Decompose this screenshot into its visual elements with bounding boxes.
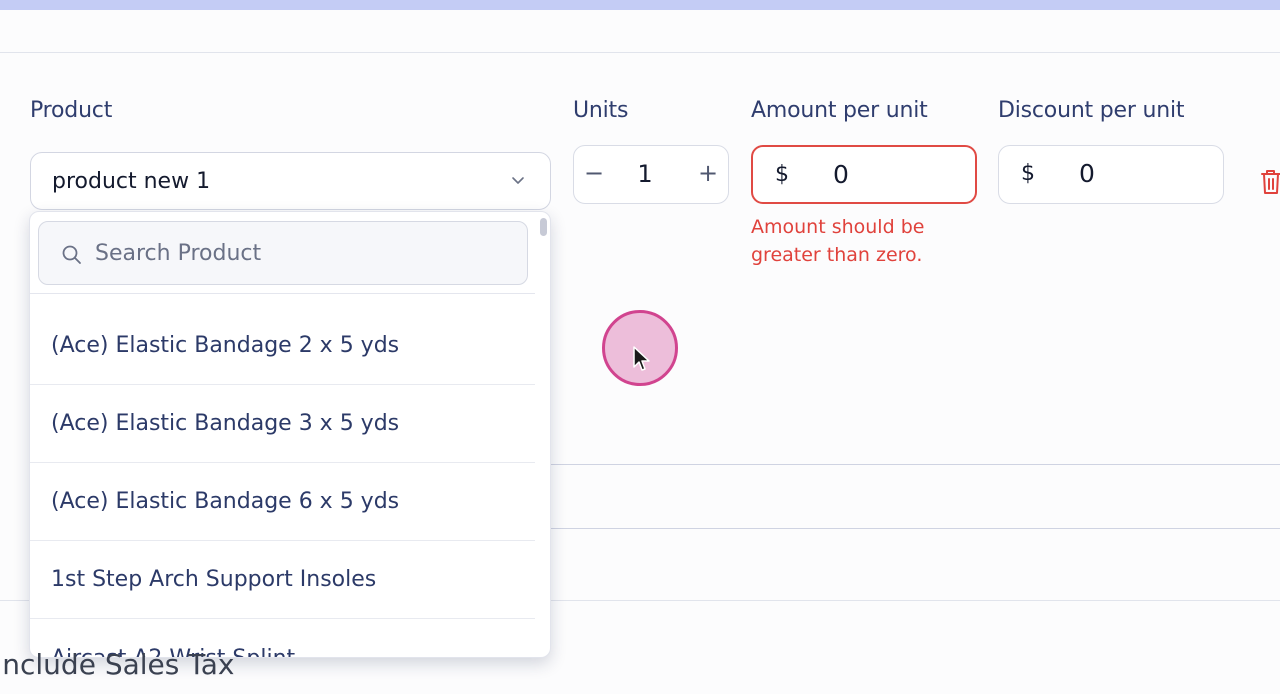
amount-field[interactable]: $ 0	[751, 145, 977, 204]
scrollbar-thumb[interactable]	[540, 218, 547, 236]
cursor-arrow-icon	[633, 346, 650, 371]
units-label: Units	[573, 98, 629, 123]
dropdown-option[interactable]: (Ace) Elastic Bandage 6 x 5 yds	[30, 463, 535, 541]
chevron-down-icon	[512, 177, 524, 184]
trash-icon[interactable]	[1259, 168, 1280, 196]
increment-button[interactable]: +	[696, 161, 720, 185]
units-stepper[interactable]: − 1 +	[573, 145, 729, 204]
product-select-value: product new 1	[52, 168, 211, 194]
divider	[30, 293, 535, 294]
include-sales-tax-label: Include Sales Tax	[0, 648, 235, 681]
search-box[interactable]	[38, 221, 528, 285]
search-input[interactable]	[95, 232, 515, 274]
dropdown-option[interactable]: 1st Step Arch Support Insoles	[30, 541, 535, 619]
divider	[551, 464, 1280, 465]
search-icon	[62, 245, 81, 264]
discount-label: Discount per unit	[998, 98, 1185, 123]
product-select[interactable]: product new 1	[30, 152, 551, 210]
top-accent-band	[0, 0, 1280, 10]
divider	[0, 52, 1280, 53]
discount-value[interactable]: 0	[1079, 159, 1095, 188]
currency-symbol: $	[775, 162, 789, 187]
currency-symbol: $	[1021, 161, 1035, 186]
amount-label: Amount per unit	[751, 98, 928, 123]
product-label: Product	[30, 98, 113, 123]
amount-error-message: Amount should be greater than zero.	[751, 216, 925, 266]
product-dropdown: (Ace) Elastic Bandage 2 x 5 yds (Ace) El…	[29, 211, 551, 658]
discount-field[interactable]: $ 0	[998, 145, 1224, 204]
decrement-button[interactable]: −	[582, 161, 606, 185]
amount-value[interactable]: 0	[833, 160, 849, 189]
units-value[interactable]: 1	[630, 160, 660, 188]
dropdown-option[interactable]: (Ace) Elastic Bandage 2 x 5 yds	[30, 307, 535, 385]
divider	[551, 528, 1280, 529]
dropdown-option[interactable]: (Ace) Elastic Bandage 3 x 5 yds	[30, 385, 535, 463]
